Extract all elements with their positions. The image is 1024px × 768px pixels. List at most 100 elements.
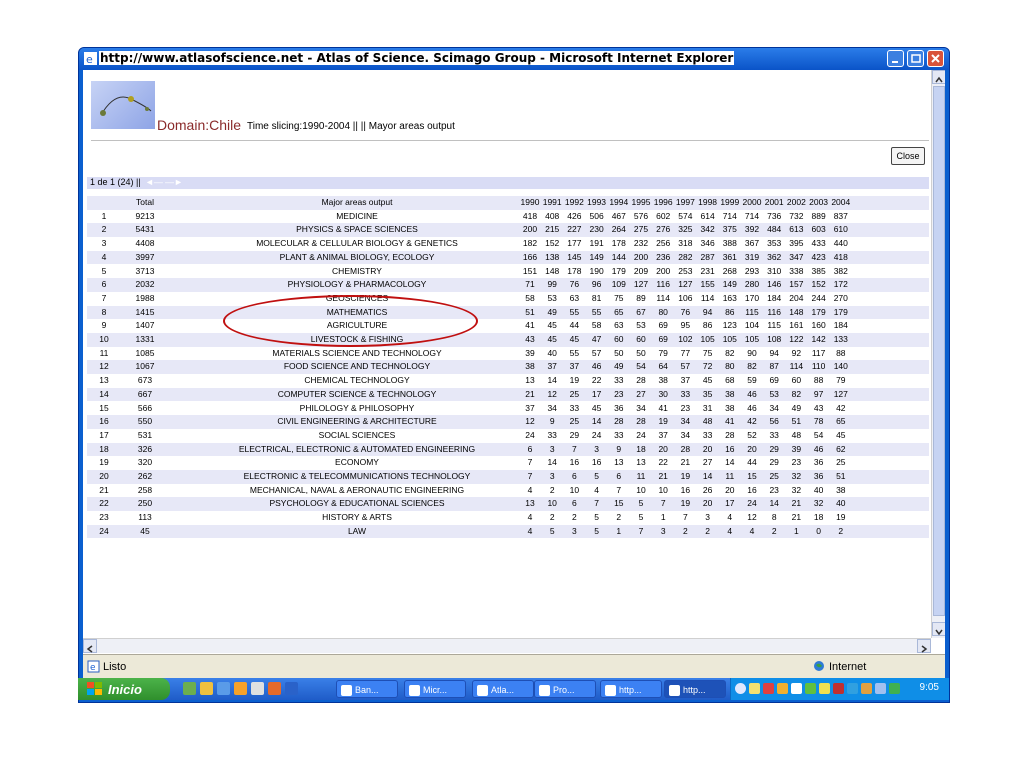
table-row[interactable]: 5 3713 CHEMISTRY 151 148 178 190 179 209 200 253 23…	[87, 264, 929, 279]
table-row[interactable]: 13 673 CHEMICAL TECHNOLOGY 13 14 19 22 33 28 38 37…	[87, 374, 929, 388]
row-year-value: 69	[769, 375, 779, 386]
quicklaunch-ie-icon[interactable]	[217, 682, 230, 695]
row-year-value: 17	[725, 498, 735, 509]
table-row[interactable]: 17 531 SOCIAL SCIENCES 24 33 29 24 33 24 37 34 33 28…	[87, 428, 929, 443]
scroll-right-button[interactable]	[917, 639, 931, 653]
table-row[interactable]: 20 262 ELECTRONIC & TELECOMMUNICATIONS TEC…	[87, 470, 929, 484]
row-year-value: 65	[614, 306, 624, 317]
table-row[interactable]: 7 1988 GEOSCIENCES 58 53 63 81 75 89 114 106 114 163…	[87, 291, 929, 306]
row-year-value: 318	[678, 238, 693, 249]
scroll-left-button[interactable]	[83, 639, 97, 653]
quicklaunch-excel-icon[interactable]	[183, 682, 196, 695]
row-year-value: 4	[527, 512, 533, 523]
task-http-1[interactable]: http...	[600, 680, 662, 698]
table-row[interactable]: 8 1415 MATHEMATICS 51 49 55 55 65 67 80 76 94 86 115 1…	[87, 305, 929, 320]
scroll-up-button[interactable]	[932, 70, 945, 84]
quicklaunch-app-icon[interactable]	[234, 682, 247, 695]
title-bar[interactable]: e http://www.atlasofscience.net - Atlas …	[79, 48, 949, 70]
table-row[interactable]: 6 2032 PHYSIOLOGY & PHARMACOLOGY 71 99 76 96 10…	[87, 278, 929, 292]
table-row[interactable]: 4 3997 PLANT & ANIMAL BIOLOGY, ECOLOGY 166 1…	[87, 250, 929, 265]
table-row[interactable]: 23 113 HISTORY & ARTS 4 2 2 5 2 5 1 7 3 4 12 8 21 18 19	[87, 511, 929, 525]
table-row[interactable]: 15 566 PHILOLOGY & PHILOSOPHY 37 34 33 45 36 34 4…	[87, 401, 929, 416]
scroll-thumb[interactable]	[933, 86, 945, 616]
row-year-value: 53	[636, 320, 646, 331]
row-year-value: 392	[744, 224, 760, 235]
horizontal-scrollbar[interactable]	[83, 638, 931, 653]
row-year-value: 2	[549, 512, 555, 523]
row-year-value: 270	[833, 292, 848, 303]
row-year-value: 22	[591, 375, 602, 386]
table-row[interactable]: 16 550 CIVIL ENGINEERING & ARCHITECTURE 12 9…	[87, 415, 929, 429]
table-row[interactable]: 18 326 ELECTRICAL, ELECTRONIC & AUTOMATED …	[87, 442, 929, 457]
row-year-value: 5	[594, 525, 599, 536]
row-year-value: 23	[769, 484, 779, 495]
row-year-value: 16	[680, 484, 691, 495]
table-row[interactable]: 14 667 COMPUTER SCIENCE & TECHNOLOGY 21 12 25…	[87, 387, 929, 402]
tray-volume-icon[interactable]	[861, 683, 872, 694]
close-button[interactable]: Close	[891, 147, 925, 165]
row-year-value: 3	[549, 471, 555, 481]
row-year-value: 37	[680, 375, 691, 386]
prev-page-icon[interactable]: ◄—	[145, 177, 163, 187]
tray-network-icon[interactable]	[763, 683, 774, 694]
table-row[interactable]: 22 250 PSYCHOLOGY & EDUCATIONAL SCIENCES 13…	[87, 497, 929, 512]
tray-update-icon[interactable]	[819, 683, 830, 694]
scroll-down-button[interactable]	[932, 622, 945, 636]
table-row[interactable]: 9 1407 AGRICULTURE 41 45 44 58 63 53 69 95 86 123 104…	[87, 319, 929, 333]
row-index: 13	[99, 375, 109, 386]
row-total: 667	[137, 388, 153, 399]
row-year-value: 293	[744, 265, 760, 276]
row-year-value: 9	[549, 416, 555, 427]
table-row[interactable]: 11 1085 MATERIALS SCIENCE AND TECHNOLOGY 39…	[87, 346, 929, 361]
start-button[interactable]: Inicio	[78, 678, 170, 700]
table-row[interactable]: 3 4408 MOLECULAR & CELLULAR BIOLOGY & GENE…	[87, 237, 929, 251]
tray-expand-icon[interactable]	[735, 683, 746, 694]
table-row[interactable]: 2 5431 PHYSICS & SPACE SCIENCES 200 215 227 23…	[87, 223, 929, 238]
maximize-button[interactable]	[907, 50, 924, 67]
table-row[interactable]: 12 1067 FOOD SCIENCE AND TECHNOLOGY 38 37 37 4…	[87, 360, 929, 375]
table-row[interactable]: 21 258 MECHANICAL, NAVAL & AERONAUTIC ENGI…	[87, 483, 929, 498]
row-year-value: 5	[594, 471, 599, 481]
tray-display-icon[interactable]	[875, 683, 886, 694]
task-ban[interactable]: Ban...	[336, 680, 398, 698]
quicklaunch-word-icon[interactable]	[285, 682, 298, 695]
row-year-value: 34	[680, 429, 691, 440]
row-year-value: 115	[745, 306, 759, 317]
row-year-value: 15	[747, 471, 757, 481]
row-year-value: 610	[833, 224, 848, 235]
tray-app-icon[interactable]	[791, 683, 802, 694]
minimize-button[interactable]	[887, 50, 904, 67]
tray-security-icon[interactable]	[777, 683, 788, 694]
table-row[interactable]: 19 320 ECONOMY 7 14 16 16 13 13 22 21 27 14 44 29 23 36 2…	[87, 456, 929, 470]
row-year-value: 60	[636, 334, 646, 344]
table-row[interactable]: 10 1331 LIVESTOCK & FISHING 43 45 45 47 60 60 69 1…	[87, 333, 929, 347]
task-pro[interactable]: Pro...	[534, 680, 596, 698]
row-year-value: 109	[611, 279, 626, 290]
task-http-2[interactable]: http...	[664, 680, 726, 698]
close-window-button[interactable]	[927, 50, 944, 67]
task-atla[interactable]: Atla...	[472, 680, 534, 698]
table-row[interactable]: 24 45 LAW 4 5 3 5 1 7 3 2 2 4 4 2 1 0 2	[87, 524, 929, 539]
tray-bluetooth-icon[interactable]	[847, 683, 858, 694]
table-row[interactable]: 1 9213 MEDICINE 418 408 426 506 467 576 602 574 614…	[87, 209, 929, 224]
task-micr[interactable]: Micr...	[404, 680, 466, 698]
quicklaunch-folder-icon[interactable]	[200, 682, 213, 695]
vertical-scrollbar[interactable]	[931, 70, 945, 638]
tray-misc-icon[interactable]	[889, 683, 900, 694]
row-year-value: 3	[594, 443, 599, 454]
quicklaunch-chrome-icon[interactable]	[251, 682, 264, 695]
row-total: 250	[137, 498, 153, 509]
row-area: LIVESTOCK & FISHING	[310, 334, 404, 344]
next-page-icon[interactable]: —►	[165, 177, 183, 187]
tray-antivirus-icon[interactable]	[833, 683, 844, 694]
row-year-value: 395	[789, 238, 804, 249]
row-year-value: 33	[702, 429, 713, 440]
row-index: 1	[101, 210, 107, 221]
zone-text: Internet	[829, 661, 867, 673]
header-year: 2000	[742, 197, 762, 207]
quicklaunch-powerpoint-icon[interactable]	[268, 682, 281, 695]
tray-mail-icon[interactable]	[749, 683, 760, 694]
tray-shield-icon[interactable]	[805, 683, 816, 694]
row-year-value: 12	[747, 512, 757, 523]
row-year-value: 2	[616, 512, 622, 523]
